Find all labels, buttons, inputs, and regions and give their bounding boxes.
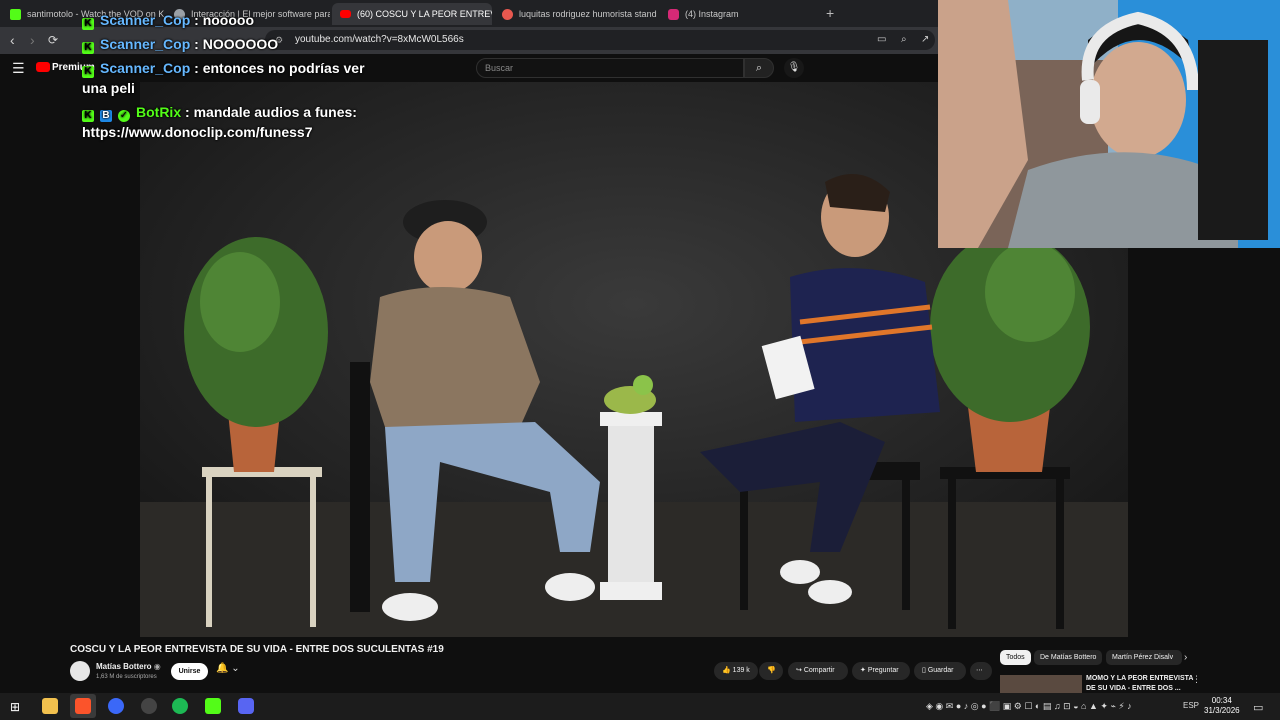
cast-icon[interactable]: ▭ xyxy=(877,30,886,50)
new-tab-button[interactable]: + xyxy=(826,5,834,21)
chat-continuation: una peli xyxy=(82,80,135,96)
ask-button[interactable]: ✦ Preguntar xyxy=(852,662,910,680)
kick-badge-icon: K xyxy=(82,42,94,54)
share-button[interactable]: ↪ Compartir xyxy=(788,662,848,680)
save-label: Guardar xyxy=(927,667,954,674)
bot-badge-icon: B xyxy=(100,110,112,122)
chip-channel[interactable]: De Matías Bottero xyxy=(1034,650,1103,665)
youtube-icon xyxy=(340,10,351,18)
address-bar[interactable]: ⚙ youtube.com/watch?v=8xMcW0L566s ▭ ⌕ ↗ xyxy=(265,30,935,50)
chat-message: K B ✓ BotRix : mandale audios a funes: xyxy=(82,104,357,122)
thumbs-down-icon: 👎 xyxy=(767,667,776,674)
more-icon: ⋯ xyxy=(976,667,983,674)
verified-badge-icon: ✓ xyxy=(118,110,130,122)
tab-instagram[interactable]: (4) Instagram xyxy=(660,3,820,25)
windows-start-icon[interactable]: ⊞ xyxy=(10,700,20,714)
subscriber-count: 1,63 M de suscriptores xyxy=(96,674,157,680)
search-icon[interactable]: ⌕ xyxy=(744,58,774,78)
share-label: Compartir xyxy=(803,667,835,674)
menu-icon[interactable]: ☰ xyxy=(12,60,25,77)
notification-bell-icon[interactable]: 🔔 ⌄ xyxy=(216,663,240,674)
chat-username: Scanner_Cop xyxy=(100,60,191,76)
verified-icon: ◉ xyxy=(153,662,161,671)
clock-time: 00:34 xyxy=(1211,696,1232,705)
search-input[interactable]: Buscar xyxy=(476,58,744,78)
zoom-icon[interactable]: ⌕ xyxy=(901,30,907,50)
recommended-title[interactable]: MOMO Y LA PEOR ENTREVISTA DE SU VIDA - E… xyxy=(1086,674,1194,694)
chat-username: Scanner_Cop xyxy=(100,36,191,52)
save-button[interactable]: ▯ Guardar xyxy=(914,662,966,680)
url-text: youtube.com/watch?v=8xMcW0L566s xyxy=(295,34,464,45)
notification-center-icon[interactable]: ▭ xyxy=(1253,701,1263,714)
back-icon[interactable]: ‹ xyxy=(10,32,15,48)
like-count: 139 k xyxy=(732,667,750,674)
dislike-button[interactable]: 👎 xyxy=(759,662,783,680)
microphone-icon[interactable]: 🎙 xyxy=(784,58,804,78)
tray-icons[interactable]: ◈ ◉ ✉ ● ♪ ◎ ● ⬛ ▣ ⚙ ☐ ◐ ▤ ♫ ⊡ ◒ ⌂ ▲ ✦ ⌁ … xyxy=(926,701,1132,712)
channel-name-text: Matías Bottero xyxy=(96,662,152,671)
kick-badge-icon: K xyxy=(82,18,94,30)
chevron-right-icon[interactable]: › xyxy=(1184,652,1187,663)
tab-label: luquitas rodriguez humorista stand u xyxy=(519,9,658,19)
chat-message: K Scanner_Cop : NOOOOOO xyxy=(82,36,278,54)
chat-username: BotRix xyxy=(136,104,182,120)
thumbs-up-icon: 👍 xyxy=(722,667,731,674)
kick-icon xyxy=(10,8,21,20)
clock[interactable]: 00:34 31/3/2026 xyxy=(1204,696,1240,716)
share-icon[interactable]: ↗ xyxy=(921,30,929,50)
share-arrow-icon: ↪ xyxy=(796,667,802,674)
kick-badge-icon: K xyxy=(82,66,94,78)
reload-icon[interactable]: ⟳ xyxy=(48,32,58,48)
language-indicator[interactable]: ESP xyxy=(1183,701,1199,710)
search-result-icon xyxy=(502,8,513,20)
chat-message: K Scanner_Cop : entonces no podrías ver xyxy=(82,60,365,78)
more-actions-button[interactable]: ⋯ xyxy=(970,662,992,680)
tab-luquitas[interactable]: luquitas rodriguez humorista stand u xyxy=(494,3,658,25)
discord-icon[interactable] xyxy=(238,698,254,714)
chat-username: Scanner_Cop xyxy=(100,12,191,28)
video-title: COSCU Y LA PEOR ENTREVISTA DE SU VIDA - … xyxy=(70,644,444,655)
ask-label: Preguntar xyxy=(867,667,899,674)
webcam-overlay xyxy=(938,0,1280,248)
bookmark-icon: ▯ xyxy=(922,667,926,674)
chip-related[interactable]: Martín Pérez Disalv xyxy=(1106,650,1182,665)
instagram-icon xyxy=(668,8,679,20)
sparkle-icon: ✦ xyxy=(860,667,866,674)
file-explorer-icon[interactable] xyxy=(42,698,58,714)
webcam-frame xyxy=(938,0,1280,248)
clock-date: 31/3/2026 xyxy=(1204,706,1240,715)
chat-continuation: https://www.donoclip.com/funess7 xyxy=(82,124,313,140)
tab-label: (60) COSCU Y LA PEOR ENTREVI xyxy=(357,9,492,19)
recommended-menu-icon[interactable]: ⋮ xyxy=(1192,674,1201,685)
kick-app-icon[interactable] xyxy=(205,698,221,714)
obs-icon[interactable] xyxy=(141,698,157,714)
chat-message: K Scanner_Cop : nooooo xyxy=(82,12,254,30)
channel-name[interactable]: Matías Bottero ◉ xyxy=(96,662,161,671)
tab-label: (4) Instagram xyxy=(685,9,739,19)
tab-youtube[interactable]: (60) COSCU Y LA PEOR ENTREVI ✕ xyxy=(332,3,492,25)
spotify-icon[interactable] xyxy=(172,698,188,714)
chrome-browser-icon[interactable] xyxy=(108,698,124,714)
kick-badge-icon: K xyxy=(82,110,94,122)
forward-icon[interactable]: › xyxy=(30,32,35,48)
join-button[interactable]: Unirse xyxy=(171,663,208,680)
youtube-logo-icon[interactable] xyxy=(36,62,50,72)
chat-text: NOOOOOO xyxy=(202,36,279,52)
chat-text: mandale audios a funes: xyxy=(193,104,357,120)
chat-text: nooooo xyxy=(202,12,255,28)
brave-browser-icon[interactable] xyxy=(75,698,91,714)
chip-all[interactable]: Todos xyxy=(1000,650,1031,665)
like-button[interactable]: 👍 139 k xyxy=(714,662,758,680)
chat-text: entonces no podrías ver xyxy=(202,60,365,76)
recommended-thumbnail[interactable] xyxy=(1000,675,1082,693)
channel-avatar[interactable] xyxy=(70,661,90,681)
